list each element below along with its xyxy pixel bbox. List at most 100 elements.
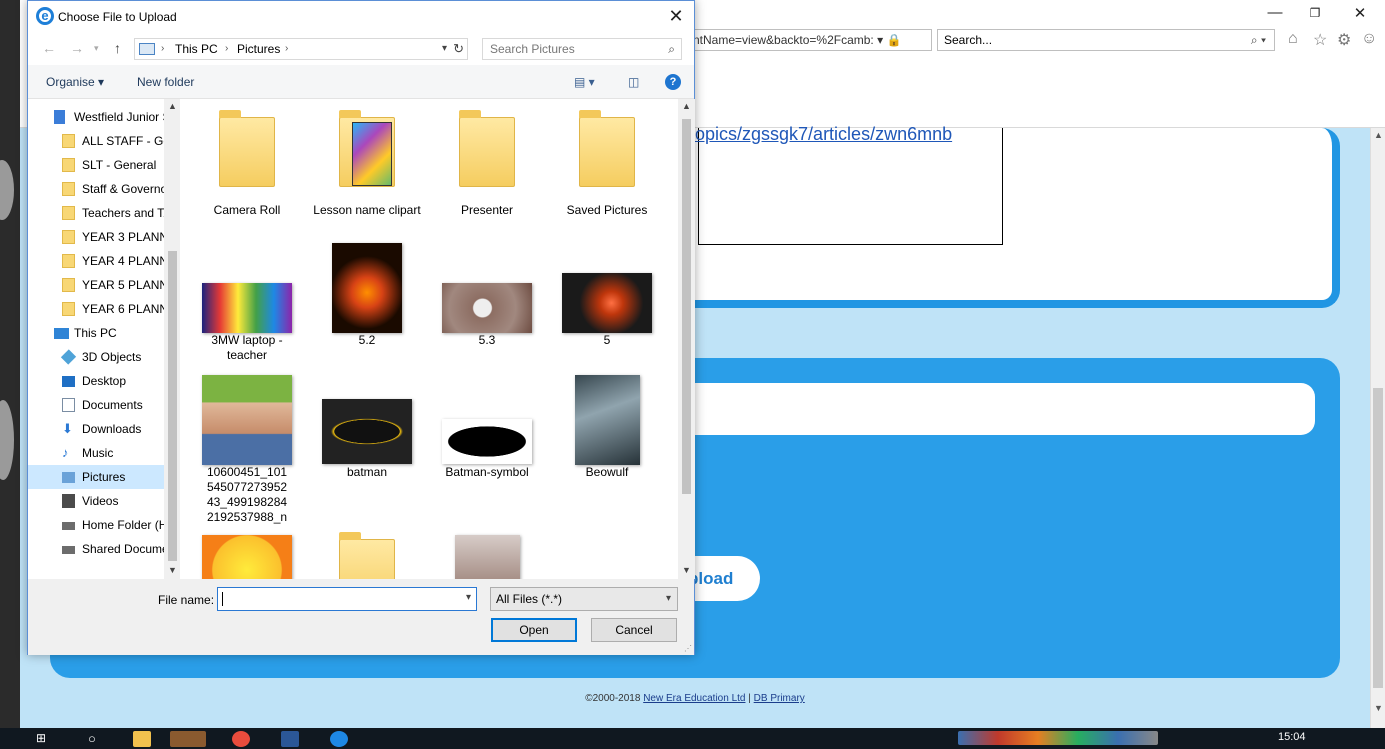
scroll-up-arrow[interactable]: ▲	[680, 101, 693, 111]
word-icon[interactable]	[281, 731, 299, 747]
nav-item-3d-objects[interactable]: 3D Objects	[28, 345, 180, 369]
favorites-star-icon[interactable]: ☆	[1313, 30, 1327, 50]
scroll-thumb[interactable]	[168, 251, 177, 561]
browser-search-input[interactable]: Search... ⌕ ▾	[937, 29, 1275, 51]
nav-item-year-5-planni[interactable]: YEAR 5 PLANNI	[28, 273, 180, 297]
nav-item-documents[interactable]: Documents	[28, 393, 180, 417]
nav-item-downloads[interactable]: ⬇ Downloads	[28, 417, 180, 441]
scroll-thumb[interactable]	[682, 119, 691, 494]
page-scrollbar[interactable]: ▲ ▼	[1370, 128, 1385, 728]
system-tray-icons[interactable]	[958, 731, 1158, 745]
new-folder-button[interactable]: New folder	[137, 75, 194, 89]
breadcrumb[interactable]: › This PC › Pictures › ▾ ↻	[134, 38, 468, 60]
nav-item-music[interactable]: ♪ Music	[28, 441, 180, 465]
back-arrow-icon[interactable]: ←	[42, 40, 56, 56]
change-view-icon[interactable]: ▤ ▾	[574, 75, 595, 89]
recent-locations-chevron-icon[interactable]: ▾	[94, 43, 99, 54]
gear-icon[interactable]: ⚙	[1337, 30, 1351, 50]
search-pictures-input[interactable]: Search Pictures ⌕	[482, 38, 682, 60]
search-icon[interactable]: ○	[88, 731, 106, 747]
scroll-up-arrow[interactable]: ▲	[166, 101, 179, 111]
nav-item-slt-general[interactable]: SLT - General	[28, 153, 180, 177]
file-tile-item-13[interactable]	[312, 529, 422, 579]
file-tile-5[interactable]: 5	[552, 237, 662, 367]
scroll-thumb[interactable]	[1373, 388, 1383, 688]
nav-item-year-3-planni[interactable]: YEAR 3 PLANNI	[28, 225, 180, 249]
dialog-titlebar[interactable]: e Choose File to Upload ✕	[28, 1, 694, 33]
file-tile-5-3[interactable]: 5.3	[432, 237, 542, 367]
nav-item-staff-governo[interactable]: Staff & Governo	[28, 177, 180, 201]
browser-close-button[interactable]: ✕	[1345, 4, 1375, 22]
breadcrumb-chevron-icon: ›	[285, 43, 289, 54]
windows-start-icon[interactable]: ⊞	[36, 731, 54, 747]
footer-link-newera[interactable]: New Era Education Ltd	[643, 693, 745, 704]
file-tile-10600451-10154507727395243-4991982842192[interactable]: 10600451_10154507727395243_4991982842192…	[192, 369, 302, 524]
nav-item-westfield-junior-s[interactable]: Westfield Junior S	[28, 105, 180, 129]
article-link[interactable]: opics/zgssgk7/articles/zwn6mnb	[695, 124, 952, 145]
taskbar-clock[interactable]: 15:04	[1278, 731, 1306, 743]
up-arrow-icon[interactable]: ↑	[114, 40, 121, 56]
dialog-close-button[interactable]: ✕	[664, 5, 688, 29]
nav-item-year-4-planni[interactable]: YEAR 4 PLANNI	[28, 249, 180, 273]
address-bar[interactable]: ntName=view&backto=%2Fcamb: ▾ 🔒	[688, 29, 932, 51]
file-name-caption: Batman-symbol	[445, 465, 529, 479]
file-name-caption: Beowulf	[585, 465, 629, 479]
browser-search-placeholder: Search...	[944, 33, 993, 47]
nav-item-this-pc[interactable]: This PC	[28, 321, 180, 345]
footer-link-dbprimary[interactable]: DB Primary	[754, 693, 805, 704]
scroll-down-arrow[interactable]: ▼	[680, 565, 693, 575]
forward-arrow-icon[interactable]: →	[70, 40, 84, 56]
open-button[interactable]: Open	[491, 618, 577, 642]
nav-item-all-staff-gen[interactable]: ALL STAFF - Gen	[28, 129, 180, 153]
scroll-down-arrow[interactable]: ▼	[166, 565, 179, 575]
nav-item-year-6-planni[interactable]: YEAR 6 PLANNI	[28, 297, 180, 321]
scroll-down-arrow[interactable]: ▼	[1372, 703, 1385, 713]
resize-grip-icon[interactable]: ⋰	[684, 644, 692, 653]
file-tile-item-14[interactable]	[432, 529, 542, 579]
folder-icon	[459, 110, 515, 187]
footer-separator: |	[748, 693, 751, 704]
file-tile-3mw-laptop-teacher[interactable]: 3MW laptop - teacher	[192, 237, 302, 367]
file-name-caption: 10600451_10154507727395243_4991982842192…	[206, 465, 288, 524]
refresh-icon[interactable]: ↻	[453, 39, 464, 59]
file-tile-batman[interactable]: batman	[312, 369, 422, 499]
nav-item-pictures[interactable]: Pictures	[28, 465, 180, 489]
file-name-dropdown-icon[interactable]: ▾	[466, 592, 471, 603]
file-tile-item-12[interactable]	[192, 529, 302, 579]
cancel-button[interactable]: Cancel	[591, 618, 677, 642]
file-type-select[interactable]: All Files (*.*) ▾	[490, 587, 678, 611]
nav-item-shared-docume[interactable]: Shared Docume	[28, 537, 180, 561]
file-explorer-icon[interactable]	[133, 731, 151, 747]
nav-item-home-folder-h[interactable]: Home Folder (H	[28, 513, 180, 537]
file-tile-camera-roll[interactable]: Camera Roll	[192, 107, 302, 237]
edge-icon[interactable]	[330, 731, 348, 747]
download-icon: ⬇	[62, 421, 73, 436]
file-tile-lesson-name-clipart[interactable]: Lesson name clipart	[312, 107, 422, 237]
scroll-up-arrow[interactable]: ▲	[1372, 130, 1385, 140]
home-icon[interactable]: ⌂	[1288, 30, 1298, 48]
upload-field[interactable]	[680, 383, 1315, 435]
file-tile-presenter[interactable]: Presenter	[432, 107, 542, 237]
file-tile-batman-symbol[interactable]: Batman-symbol	[432, 369, 542, 499]
address-text: ntName=view&backto=%2Fcamb:	[693, 33, 874, 47]
restore-button[interactable]: ❐	[1300, 6, 1330, 20]
organise-menu-button[interactable]: Organise ▾	[46, 75, 104, 89]
breadcrumb-pictures[interactable]: Pictures	[237, 39, 280, 59]
file-tile-beowulf[interactable]: Beowulf	[552, 369, 662, 499]
file-tile-5-2[interactable]: 5.2	[312, 237, 422, 367]
smiley-feedback-icon[interactable]: ☺	[1361, 30, 1377, 48]
breadcrumb-this-pc[interactable]: This PC	[175, 39, 218, 59]
nav-item-videos[interactable]: Videos	[28, 489, 180, 513]
preview-pane-icon[interactable]: ◫	[628, 75, 639, 89]
file-name-input[interactable]: ▾	[217, 587, 477, 611]
nav-item-teachers-and-ta[interactable]: Teachers and TA	[28, 201, 180, 225]
minimize-button[interactable]: —	[1260, 4, 1290, 21]
navigation-pane-scrollbar[interactable]: ▲ ▼	[164, 99, 181, 579]
file-list-scrollbar[interactable]: ▲ ▼	[678, 99, 695, 579]
chrome-icon[interactable]	[232, 731, 250, 747]
file-tile-saved-pictures[interactable]: Saved Pictures	[552, 107, 662, 237]
nav-item-desktop[interactable]: Desktop	[28, 369, 180, 393]
internet-explorer-icon[interactable]	[170, 731, 206, 747]
help-icon[interactable]: ?	[665, 74, 681, 90]
address-dropdown-icon[interactable]: ▾	[442, 39, 447, 59]
